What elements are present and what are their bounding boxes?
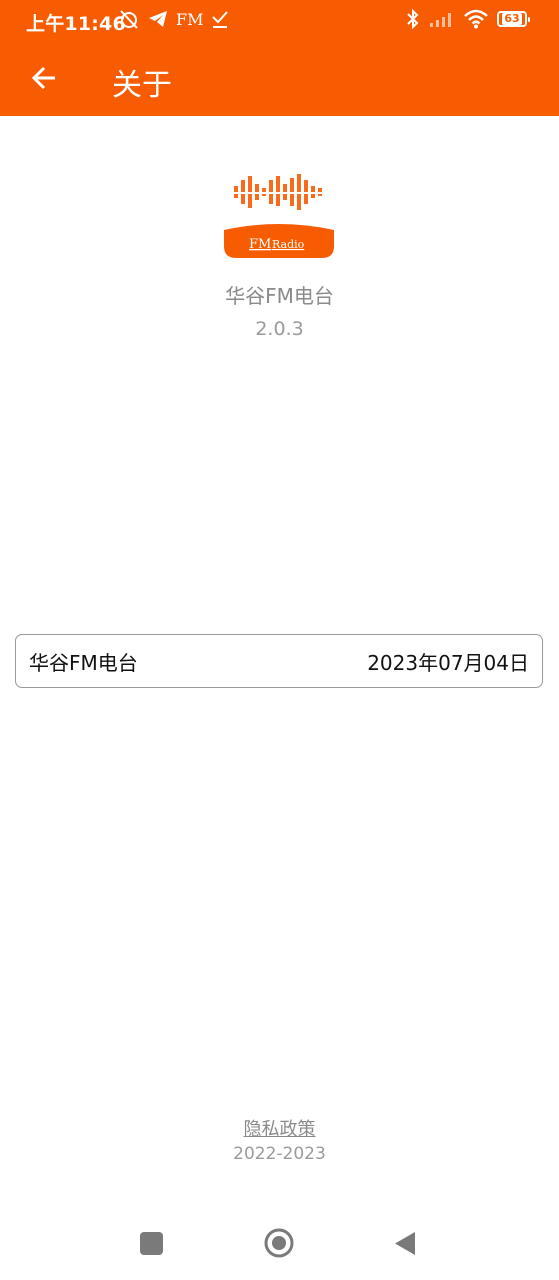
fm-icon: FM <box>176 9 204 29</box>
system-nav-bar <box>0 1210 559 1280</box>
page-title: 关于 <box>112 68 172 103</box>
alarm-off-icon <box>120 10 138 29</box>
wifi-icon <box>464 9 488 29</box>
logo-radio-text: Radio <box>272 238 305 251</box>
telegram-icon <box>149 11 167 27</box>
home-icon[interactable] <box>264 1228 294 1258</box>
download-done-icon <box>212 11 229 28</box>
status-left-icons: FM <box>118 8 229 30</box>
battery-level: 63 <box>502 12 522 25</box>
app-bar: 关于 <box>0 42 559 116</box>
back-icon[interactable] <box>393 1230 417 1257</box>
bluetooth-icon <box>407 8 419 30</box>
status-bar: 上午11:46 FM 63 <box>0 0 559 42</box>
status-time: 上午11:46 <box>26 13 126 35</box>
privacy-policy-link[interactable]: 隐私政策 <box>0 1115 559 1141</box>
app-name: 华谷FM电台 <box>225 284 334 308</box>
back-button[interactable] <box>22 56 66 100</box>
info-card: 华谷FM电台 2023年07月04日 <box>15 634 543 688</box>
copyright-text: 2022-2023 <box>233 1144 326 1164</box>
info-card-date: 2023年07月04日 <box>367 650 529 675</box>
status-right-icons: 63 <box>406 8 530 30</box>
arrow-back-icon <box>31 66 55 90</box>
app-logo: FM Radio <box>222 168 337 263</box>
logo-fm-text: FM <box>249 237 271 252</box>
recent-apps-icon[interactable] <box>140 1232 163 1255</box>
app-version: 2.0.3 <box>255 318 304 340</box>
battery-icon: 63 <box>497 11 530 27</box>
sound-wave-icon: FM Radio <box>224 174 334 258</box>
signal-icon <box>430 13 451 27</box>
info-card-name: 华谷FM电台 <box>29 650 138 675</box>
